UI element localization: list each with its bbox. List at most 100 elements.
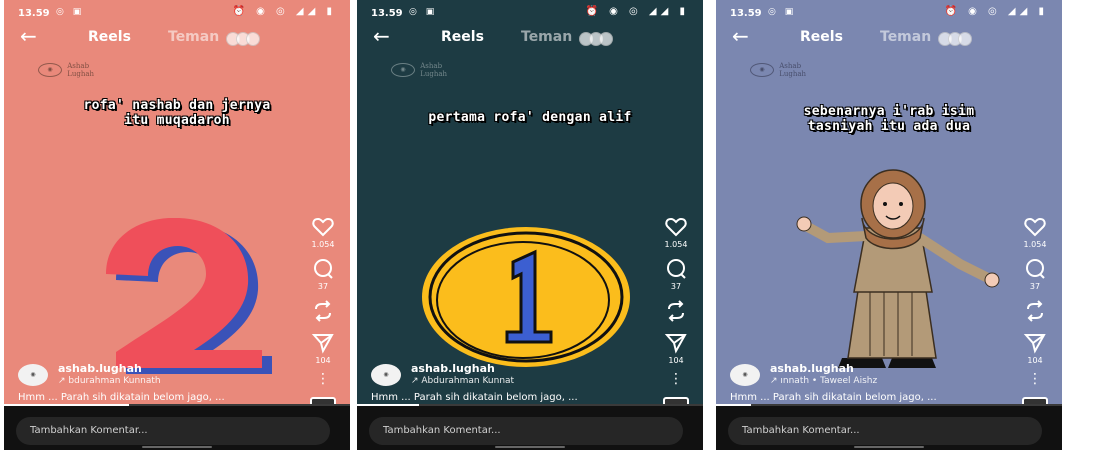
avatar[interactable]: ◉ — [730, 364, 760, 386]
number-two-illustration — [106, 218, 272, 374]
like-count: 1.054 — [664, 240, 688, 249]
bottom-bar: Tambahkan Komentar... — [357, 404, 703, 450]
more-options-icon[interactable]: ⋮ — [1018, 372, 1052, 386]
like-heart-icon[interactable] — [311, 215, 335, 239]
comment-input[interactable]: Tambahkan Komentar... — [16, 417, 330, 445]
friend-avatars[interactable] — [938, 31, 972, 50]
avatar[interactable]: ◉ — [18, 364, 48, 386]
like-heart-icon[interactable] — [664, 215, 688, 239]
comment-bubble-icon[interactable] — [664, 257, 688, 281]
logo-line-1: Ashab — [420, 62, 443, 70]
share-paper-plane-icon[interactable] — [664, 331, 688, 355]
caption-line-1: pertama rofa' dengan alif — [428, 110, 632, 125]
comment-bubble-icon[interactable] — [1023, 257, 1047, 281]
share-count: 104 — [315, 356, 331, 365]
home-indicator — [495, 446, 565, 448]
video-progress-bar[interactable] — [716, 404, 1062, 406]
watermark-logo: ◉ Ashab Lughah — [750, 62, 806, 78]
tab-reels[interactable]: Reels — [441, 29, 484, 45]
reel-description[interactable]: Hmm ... Parah sih dikatain belom jago, .… — [730, 392, 937, 403]
share-paper-plane-icon[interactable] — [1023, 331, 1047, 355]
reels-header: ← Reels Teman — [716, 26, 1062, 50]
account-info: ◉ ashab.lughah ↗ ınnath • Taweel Aishz — [730, 362, 990, 392]
audio-attribution[interactable]: ↗ bdurahman Kunnath — [58, 376, 161, 386]
more-options-icon[interactable]: ⋮ — [306, 372, 340, 386]
comment-input[interactable]: Tambahkan Komentar... — [369, 417, 683, 445]
action-rail: 1.054 37 104 ⋮ — [306, 215, 340, 419]
reels-header: ← Reels Teman — [4, 26, 350, 50]
friend-avatars[interactable] — [579, 31, 613, 50]
action-rail: 1.054 37 104 ⋮ — [659, 215, 693, 419]
number-one-circle-illustration — [422, 227, 630, 367]
audio-attribution[interactable]: ↗ Abdurahman Kunnat — [411, 376, 514, 386]
tab-teman[interactable]: Teman — [521, 29, 572, 45]
caption-line-2: tasniyah itu ada dua — [807, 119, 971, 134]
like-count: 1.054 — [311, 240, 335, 249]
comment-input[interactable]: Tambahkan Komentar... — [728, 417, 1042, 445]
remix-arrows-icon[interactable] — [664, 299, 688, 323]
remix-arrows-icon[interactable] — [311, 299, 335, 323]
action-rail: 1.054 37 104 ⋮ — [1018, 215, 1052, 419]
video-caption: pertama rofa' dengan alif — [357, 110, 703, 125]
tab-teman[interactable]: Teman — [880, 29, 931, 45]
caption-line-2: itu muqadaroh — [124, 113, 230, 128]
reel-screen-1: 13.59 ◎ ▣ ⏰ ◉ ◎ ◢◢ ▮ ← Reels Teman ◉ Ash… — [4, 0, 350, 450]
avatar[interactable]: ◉ — [371, 364, 401, 386]
home-indicator — [142, 446, 212, 448]
caption-line-1: sebenarnya i'rab isim — [803, 104, 975, 119]
account-username[interactable]: ashab.lughah — [411, 362, 495, 375]
tab-reels[interactable]: Reels — [88, 29, 131, 45]
status-bar: 13.59 ◎ ▣ ⏰ ◉ ◎ ◢◢ ▮ — [4, 0, 350, 28]
logo-line-2: Lughah — [420, 70, 448, 78]
status-time: 13.59 — [18, 8, 50, 19]
tab-reels[interactable]: Reels — [800, 29, 843, 45]
video-caption: rofa' nashab dan jernya itu muqadaroh — [4, 98, 350, 128]
share-paper-plane-icon[interactable] — [311, 331, 335, 355]
friend-avatars[interactable] — [226, 31, 260, 50]
account-info: ◉ ashab.lughah ↗ Abdurahman Kunnat — [371, 362, 631, 392]
status-bar: 13.59 ◎ ▣ ⏰ ◉ ◎ ◢◢ ▮ — [716, 0, 1062, 28]
audio-attribution[interactable]: ↗ ınnath • Taweel Aishz — [770, 376, 877, 386]
logo-emblem-icon: ◉ — [391, 63, 415, 77]
logo-line-2: Lughah — [779, 70, 807, 78]
reel-screen-3: 13.59 ◎ ▣ ⏰ ◉ ◎ ◢◢ ▮ ← Reels Teman ◉ Ash… — [716, 0, 1062, 450]
video-progress-bar[interactable] — [357, 404, 703, 406]
bottom-bar: Tambahkan Komentar... — [716, 404, 1062, 450]
video-caption: sebenarnya i'rab isim tasniyah itu ada d… — [716, 104, 1062, 134]
more-options-icon[interactable]: ⋮ — [659, 372, 693, 386]
like-count: 1.054 — [1023, 240, 1047, 249]
watermark-logo: ◉ Ashab Lughah — [38, 62, 94, 78]
bottom-bar: Tambahkan Komentar... — [4, 404, 350, 450]
back-arrow-icon[interactable]: ← — [20, 26, 37, 46]
hijab-teacher-illustration — [796, 169, 1000, 368]
tab-teman[interactable]: Teman — [168, 29, 219, 45]
like-heart-icon[interactable] — [1023, 215, 1047, 239]
status-time: 13.59 — [371, 8, 403, 19]
comment-count: 37 — [1029, 282, 1041, 291]
back-arrow-icon[interactable]: ← — [373, 26, 390, 46]
logo-emblem-icon: ◉ — [750, 63, 774, 77]
logo-emblem-icon: ◉ — [38, 63, 62, 77]
status-time: 13.59 — [730, 8, 762, 19]
watermark-logo: ◉ Ashab Lughah — [391, 62, 447, 78]
reels-header: ← Reels Teman — [357, 26, 703, 50]
reel-description[interactable]: Hmm ... Parah sih dikatain belom jago, .… — [18, 392, 225, 403]
status-bar: 13.59 ◎ ▣ ⏰ ◉ ◎ ◢◢ ▮ — [357, 0, 703, 28]
comment-count: 37 — [670, 282, 682, 291]
account-info: ◉ ashab.lughah ↗ bdurahman Kunnath — [18, 362, 278, 392]
video-progress-bar[interactable] — [4, 404, 350, 406]
comment-bubble-icon[interactable] — [311, 257, 335, 281]
logo-line-1: Ashab — [67, 62, 90, 70]
reel-screen-2: 13.59 ◎ ▣ ⏰ ◉ ◎ ◢◢ ▮ ← Reels Teman ◉ Ash… — [357, 0, 703, 450]
account-username[interactable]: ashab.lughah — [58, 362, 142, 375]
logo-line-2: Lughah — [67, 70, 95, 78]
reel-description[interactable]: Hmm ... Parah sih dikatain belom jago, .… — [371, 392, 578, 403]
logo-line-1: Ashab — [779, 62, 802, 70]
comment-count: 37 — [317, 282, 329, 291]
account-username[interactable]: ashab.lughah — [770, 362, 854, 375]
share-count: 104 — [1027, 356, 1043, 365]
remix-arrows-icon[interactable] — [1023, 299, 1047, 323]
share-count: 104 — [668, 356, 684, 365]
status-system-icons: ⏰ ◉ ◎ ◢◢ ▮ — [944, 6, 1048, 17]
back-arrow-icon[interactable]: ← — [732, 26, 749, 46]
